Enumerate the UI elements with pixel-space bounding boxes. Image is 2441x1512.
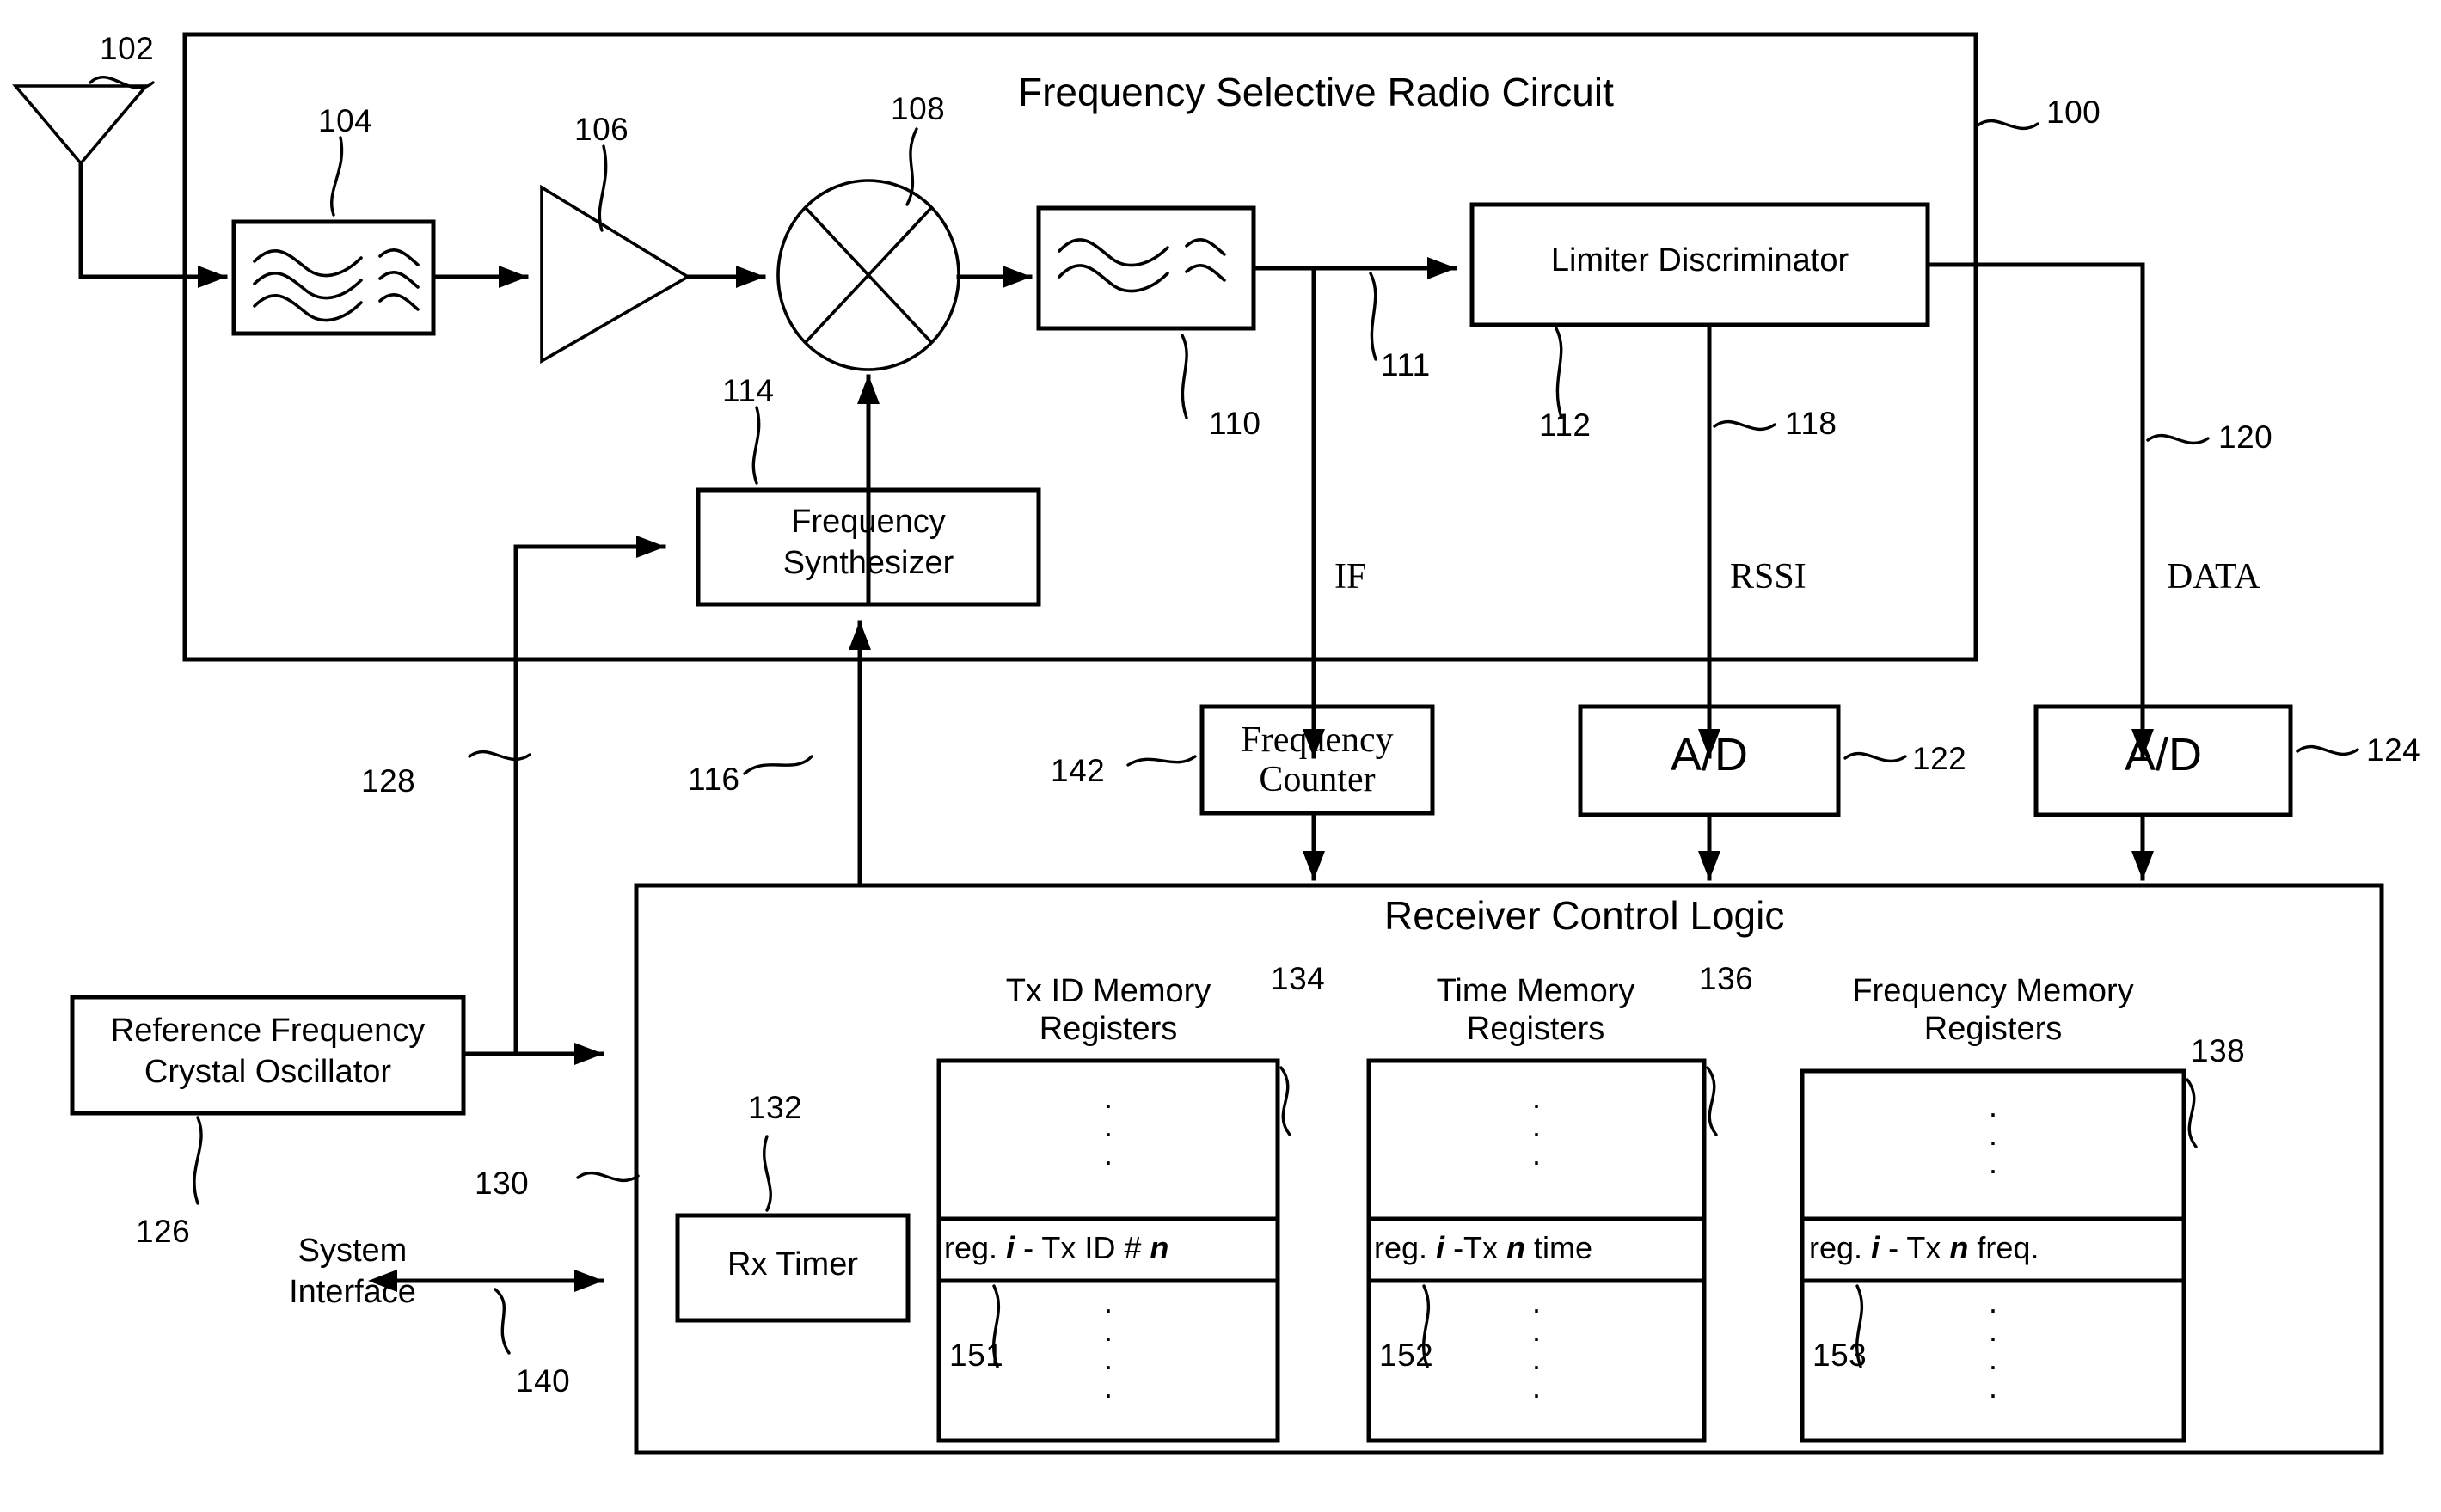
reference-oscillator-label-line1: Reference Frequency — [110, 1013, 426, 1049]
frequency-memory-registers-caption-line2: Registers — [1923, 1011, 2063, 1047]
frequency-counter-label-line1: Frequency — [1241, 720, 1394, 760]
ref-number-108: 108 — [891, 91, 946, 126]
limiter-discriminator-label: Limiter Discriminator — [1550, 242, 1849, 279]
frequency-register-row: reg. i - Tx n freq. — [1809, 1230, 2039, 1265]
mixer-x-icon — [776, 179, 960, 371]
lead-116 — [743, 755, 813, 775]
signal-label-rssi: RSSI — [1730, 557, 1806, 597]
tx-id-memory-registers-caption-line1: Tx ID Memory — [1005, 973, 1211, 1009]
lead-111 — [1369, 272, 1377, 361]
ref-number-126: 126 — [136, 1214, 191, 1249]
ref-number-100: 100 — [2046, 95, 2101, 130]
amplifier-triangle-icon — [540, 184, 691, 364]
system-interface-label-line1: System — [297, 1233, 408, 1269]
lead-128 — [468, 750, 531, 761]
lead-132 — [763, 1135, 772, 1212]
tx-id-registers-dots-bottom: · · · · — [1103, 1291, 1113, 1412]
lead-122 — [1843, 752, 1907, 762]
frequency-memory-registers-caption-line1: Frequency Memory — [1852, 973, 2134, 1009]
reference-oscillator-label-line2: Crystal Oscillator — [144, 1054, 392, 1090]
bandpass-filter-2-box — [1036, 205, 1256, 331]
figure-canvas: Frequency Selective Radio Circuit Receiv… — [0, 0, 2441, 1512]
tx-id-registers-dots-top: · · · — [1103, 1087, 1113, 1179]
lead-134 — [1279, 1066, 1291, 1136]
tx-id-register-row: reg. i - Tx ID # n — [944, 1230, 1169, 1265]
frequency-counter-label-line2: Counter — [1259, 760, 1376, 799]
lead-104 — [329, 136, 344, 217]
ad-converter-rssi-label: A/D — [1670, 729, 1749, 780]
time-register-row: reg. i -Tx n time — [1374, 1230, 1593, 1265]
ref-number-111: 111 — [1381, 347, 1431, 383]
time-memory-registers-caption-line1: Time Memory — [1436, 973, 1635, 1009]
lead-126 — [193, 1116, 203, 1205]
rx-timer-label: Rx Timer — [727, 1246, 858, 1282]
lead-114 — [751, 406, 761, 485]
antenna-icon — [12, 84, 187, 279]
system-interface-label-line2: Interface — [289, 1274, 416, 1310]
page-title-receiver-control-logic: Receiver Control Logic — [1384, 893, 1785, 938]
bandpass-filter-1-box — [231, 219, 436, 336]
time-registers-dots-bottom: · · · · — [1531, 1291, 1542, 1412]
lead-124 — [2296, 745, 2359, 756]
ref-number-122: 122 — [1912, 741, 1967, 776]
page-title-radio-circuit: Frequency Selective Radio Circuit — [1018, 70, 1614, 114]
ref-number-104: 104 — [318, 103, 373, 138]
lead-140 — [494, 1288, 511, 1355]
lead-112 — [1555, 327, 1563, 419]
time-registers-dots-top: · · · — [1531, 1087, 1542, 1179]
ad-converter-data-label: A/D — [2124, 729, 2203, 780]
frequency-synthesizer-label-line1: Frequency — [791, 504, 946, 540]
ref-number-116: 116 — [688, 762, 740, 797]
signal-label-data: DATA — [2167, 557, 2260, 597]
ref-number-106: 106 — [574, 112, 629, 147]
ref-number-142: 142 — [1051, 753, 1106, 788]
lead-142 — [1126, 755, 1197, 767]
ref-number-128: 128 — [361, 763, 416, 799]
ref-number-124: 124 — [2366, 732, 2421, 768]
ref-number-118: 118 — [1785, 406, 1837, 441]
frequency-registers-dots-top: · · · — [1988, 1095, 1998, 1188]
time-memory-registers-caption-line2: Registers — [1466, 1011, 1605, 1047]
lead-138 — [2186, 1078, 2198, 1148]
ref-number-112: 112 — [1539, 407, 1592, 443]
lead-118 — [1713, 420, 1776, 431]
frequency-registers-dots-bottom: · · · · — [1988, 1291, 1998, 1412]
ref-number-102: 102 — [100, 31, 155, 66]
ref-number-132: 132 — [748, 1090, 803, 1125]
lead-106 — [598, 144, 608, 232]
ref-number-120: 120 — [2218, 419, 2273, 455]
lead-130 — [576, 1172, 640, 1182]
ref-number-140: 140 — [516, 1363, 571, 1399]
signal-label-if: IF — [1334, 557, 1367, 597]
lead-136 — [1706, 1066, 1718, 1136]
ref-number-114: 114 — [722, 373, 775, 408]
lead-110 — [1181, 334, 1188, 419]
ref-number-130: 130 — [475, 1166, 530, 1201]
tx-id-memory-registers-caption-line2: Registers — [1039, 1011, 1178, 1047]
lead-120 — [2146, 434, 2210, 444]
lead-100 — [1976, 119, 2039, 130]
frequency-synthesizer-label-line2: Synthesizer — [782, 545, 954, 581]
ref-number-110: 110 — [1209, 406, 1261, 441]
